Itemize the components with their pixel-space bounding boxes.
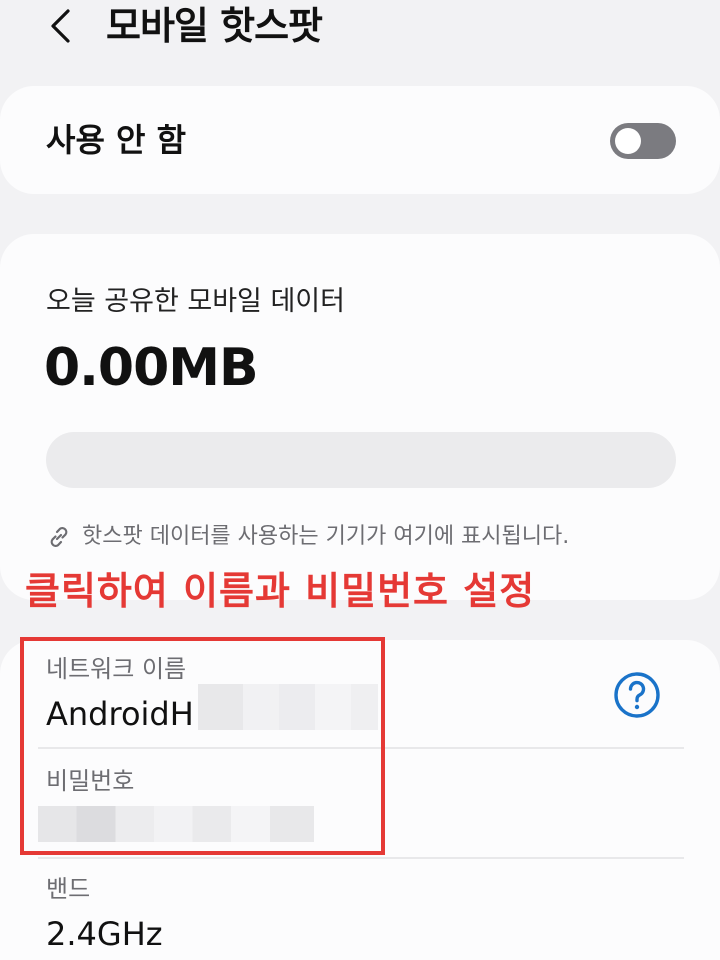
band-label: 밴드: [46, 875, 91, 903]
chevron-left-icon: [51, 9, 70, 43]
data-usage-value: 0.00MB: [44, 338, 259, 398]
data-usage-bar: [46, 432, 676, 488]
hint-text: 핫스팟 데이터를 사용하는 기기가 여기에 표시됩니다.: [82, 524, 570, 549]
data-usage-card: 오늘 공유한 모바일 데이터 0.00MB 핫스팟 데이터를 사용하는 기기가 …: [0, 234, 720, 600]
connected-devices-hint: 핫스팟 데이터를 사용하는 기기가 여기에 표시됩니다.: [46, 520, 569, 554]
annotation-label: 클릭하여 이름과 비밀번호 설정: [25, 569, 536, 613]
data-usage-label: 오늘 공유한 모바일 데이터: [46, 286, 345, 317]
band-value: 2.4GHz: [46, 915, 163, 953]
switch-knob: [615, 128, 641, 154]
question-circle-icon[interactable]: [612, 670, 662, 720]
link-icon: [50, 527, 68, 547]
hotspot-toggle-label: 사용 안 함: [46, 121, 187, 159]
app-header: 모바일 핫스팟: [0, 0, 720, 60]
back-button[interactable]: [42, 6, 78, 46]
highlight-box: [20, 637, 385, 855]
page-title: 모바일 핫스팟: [106, 4, 323, 48]
band-row[interactable]: 밴드 2.4GHz: [0, 860, 720, 953]
divider: [38, 857, 684, 859]
hotspot-switch[interactable]: [610, 123, 676, 159]
